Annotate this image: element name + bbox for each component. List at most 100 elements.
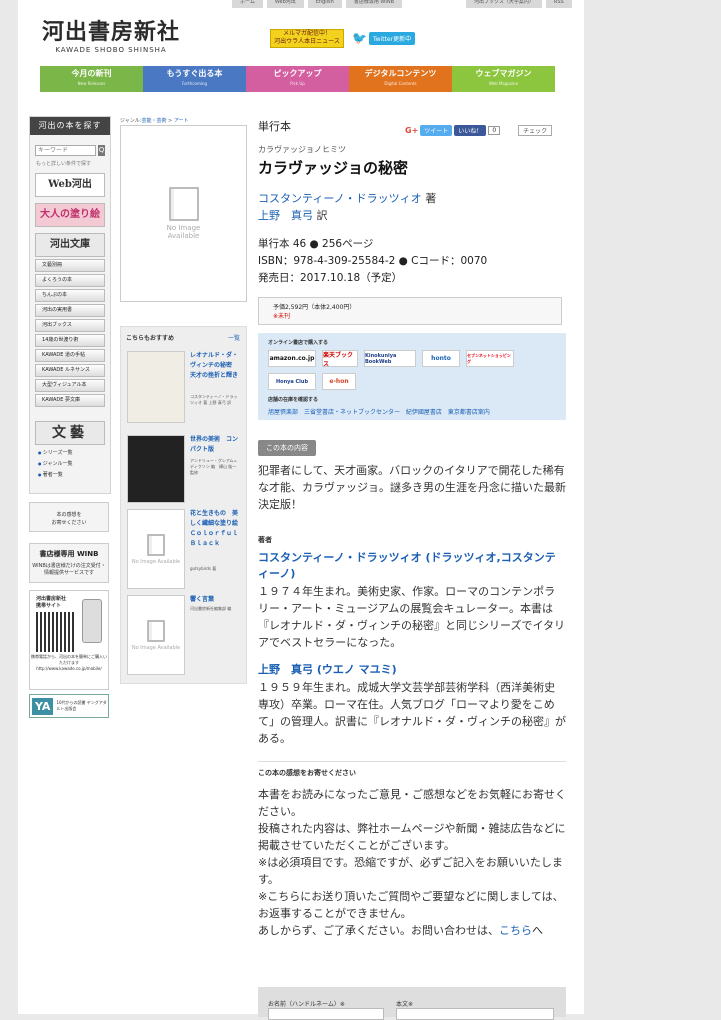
store-link[interactable]: 東京都書店案内 xyxy=(448,409,490,416)
winb-text: WINBは書店様だけの注文受付・情報提供サービスです xyxy=(32,563,106,576)
sidebar-sub-5[interactable]: 14歳の世渡り術 xyxy=(35,334,105,347)
mailmag-banner[interactable]: メルマガ配信中！ 河出ウラ人本日ニュース xyxy=(270,29,344,48)
shop-heading: オンライン書店で購入する xyxy=(268,340,329,346)
top-link-rss[interactable]: RSS xyxy=(545,0,572,8)
breadcrumb-genre[interactable]: 芸能・芸術 xyxy=(141,118,166,124)
translator-link[interactable]: 上野 真弓 xyxy=(258,209,313,222)
ya-banner[interactable]: YA 10代からの読書 ヤングアダルト出版会 xyxy=(29,694,109,718)
feedback-text: 本書をお読みになったご意見・ご感想などをお気軽にお寄せください。 投稿された内容… xyxy=(258,788,566,937)
mailmag-label: メルマガ配信中！ xyxy=(282,30,331,37)
site-logo[interactable]: 河出書房新社 KAWADE SHOBO SHINSHA xyxy=(42,14,180,54)
web-kawade-button[interactable]: Web河出 xyxy=(35,173,105,197)
no-image-placeholder: No Image Available xyxy=(128,510,184,588)
sidebar-sub-1[interactable]: よくろうの本 xyxy=(35,274,105,287)
store-link[interactable]: 旭屋倶楽部 xyxy=(268,409,298,416)
feedback-heading: この本の感想をお寄せください xyxy=(258,769,356,777)
shop-honto[interactable]: honto xyxy=(422,350,460,367)
sidebar-sub-3[interactable]: 河出の実用書 xyxy=(35,304,105,317)
top-link-books[interactable]: 河出ブックス（大学案内） xyxy=(466,0,542,8)
genre-list-link[interactable]: ジャンル一覧 xyxy=(38,460,102,467)
no-image-label: No Image Available xyxy=(166,224,201,240)
author1-name-link[interactable]: コスタンティーノ・ドラッツィオ (ドラッツィオ,コスタンティーノ) xyxy=(258,551,556,580)
author-list-link[interactable]: 著者一覧 xyxy=(38,471,102,478)
name-input[interactable] xyxy=(268,1008,384,1020)
sidebar-sub-6[interactable]: KAWADE 道の手帖 xyxy=(35,349,105,362)
mobile-phone-icon xyxy=(82,599,102,643)
content-tag: この本の内容 xyxy=(258,440,316,456)
like-button[interactable]: いいね！ xyxy=(454,125,487,136)
sidebar-sub-9[interactable]: KAWADE 夢文庫 xyxy=(35,394,105,407)
nurie-button[interactable]: 大人の塗り絵 xyxy=(35,203,105,227)
recommend-item-title[interactable]: 響く言葉 xyxy=(190,595,240,605)
gplus-button[interactable]: G+ xyxy=(405,126,418,135)
contact-link[interactable]: こちら xyxy=(499,924,532,937)
gnav-forthcoming[interactable]: もうすぐ出る本 Forthcoming xyxy=(143,66,246,92)
sidebar-sub-0[interactable]: 文藝別冊 xyxy=(35,259,105,272)
no-image-placeholder: No Image Available xyxy=(128,596,184,674)
recommend-thumb[interactable]: No Image Available xyxy=(127,509,185,589)
recommend-item-title[interactable]: レオナルド・ダ・ヴィンチの秘密 天才の挫折と輝き xyxy=(190,351,240,381)
gnav-pickup[interactable]: ピックアップ Pick Up xyxy=(246,66,349,92)
shop-amazon[interactable]: amazon.co.jp xyxy=(268,350,316,367)
recommend-item-title[interactable]: 花と生きもの 美しく繊細な塗り絵 Ｃｏｌｏｒｆｕｌ Ｂｌａｃｋ xyxy=(190,509,244,549)
tweet-button[interactable]: ツイート xyxy=(420,125,453,136)
book-kana: カラヴァッジョノヒミツ xyxy=(258,145,346,154)
top-link-winb[interactable]: 書店様専用 WINB xyxy=(345,0,403,8)
winb-banner[interactable]: 書店様専用 WINB WINBは書店様だけの注文受付・情報提供サービスです xyxy=(29,543,109,583)
feedback-banner-text: 本の感想を お寄せください xyxy=(51,512,87,526)
author2-name-link[interactable]: 上野 真弓 (ウエノ マユミ) xyxy=(258,663,397,676)
feedback-form: お名前（ハンドルネーム）※ 本文※ xyxy=(258,987,566,1020)
gnav-digital[interactable]: デジタルコンテンツ Digital Contents xyxy=(349,66,452,92)
recommend-item-title[interactable]: 世界の美術 コンパクト版 xyxy=(190,435,240,455)
mobile-text: 携帯電話から、河出の本を簡単にご購入いただけます http://www.kawa… xyxy=(31,654,107,671)
body-textarea[interactable] xyxy=(396,1008,554,1020)
shop-kinokuniya[interactable]: Kinokuniya BookWeb xyxy=(364,350,416,367)
sidebar-title: 河出の本を探す xyxy=(30,117,110,135)
store-link[interactable]: 三省堂書店・ネットブックセンター xyxy=(304,409,400,416)
twitter-label: Twitter更新中 xyxy=(368,31,416,45)
recommend-item-author: gutsybirds 著 xyxy=(190,566,217,571)
recommend-item-author: アンドリュー・グレアム=ディクソン 編 樺山 紘一 監修 xyxy=(190,458,237,475)
search-icon: Q xyxy=(98,146,105,154)
shop-ehon[interactable]: e-hon xyxy=(322,373,356,390)
mobile-site-banner[interactable]: 河出書房新社 携帯サイト 携帯電話から、河出の本を簡単にご購入いただけます ht… xyxy=(29,590,109,690)
ya-text: 10代からの読書 ヤングアダルト出版会 xyxy=(56,700,107,711)
series-list-link[interactable]: シリーズ一覧 xyxy=(38,449,102,456)
feedback-banner[interactable]: 本の感想を お寄せください xyxy=(29,502,109,532)
gnav-webmag[interactable]: ウェブマガジン Web Magazine xyxy=(452,66,555,92)
top-link-web[interactable]: Web河出 xyxy=(266,0,304,8)
check-button[interactable]: チェック xyxy=(518,125,553,136)
top-utility-nav: ホーム Web河出 English 書店様専用 WINB xyxy=(232,0,403,8)
search-input[interactable] xyxy=(35,145,96,156)
recommend-thumb[interactable] xyxy=(127,351,185,423)
recommend-all-link[interactable]: 一覧 xyxy=(228,333,246,342)
store-heading: 店舗の在庫を確認する xyxy=(268,397,319,403)
book-detail: 単行本 G+ ツイート いいね！ 0 チェック カラヴァッジョノヒミツ カラヴァ… xyxy=(258,118,566,939)
twitter-banner[interactable]: 🐦 Twitter更新中 xyxy=(352,31,416,45)
shop-7net[interactable]: セブンネットショッピング xyxy=(466,350,514,367)
store-link[interactable]: 紀伊國屋書店 xyxy=(406,409,442,416)
search-button[interactable]: Q xyxy=(98,145,105,156)
author-link[interactable]: コスタンティーノ・ドラッツィオ xyxy=(258,192,422,205)
breadcrumb-sub[interactable]: アート xyxy=(174,118,189,124)
shop-rakuten[interactable]: 楽天ブックス xyxy=(322,350,358,368)
winb-title: 書店様専用 WINB xyxy=(39,550,99,558)
sidebar-sub-8[interactable]: 大型ヴィジュアル本 xyxy=(35,379,105,392)
logo-jp: 河出書房新社 xyxy=(42,19,181,45)
sidebar-sub-2[interactable]: ちんぷの本 xyxy=(35,289,105,302)
bungei-button[interactable]: 文藝 xyxy=(35,421,105,445)
top-link-home[interactable]: ホーム xyxy=(232,0,263,8)
recommend-thumb[interactable]: No Image Available xyxy=(127,595,185,675)
top-link-english[interactable]: English xyxy=(307,0,342,8)
book-isbn: ISBN：978-4-309-25584-2 ● Cコード：0070 xyxy=(258,255,488,267)
sidebar-search: Q xyxy=(35,145,105,156)
sidebar-sub-4[interactable]: 河出ブックス xyxy=(35,319,105,332)
price-box: 予価2,592円（本体2,400円） ※未刊 xyxy=(258,297,562,325)
bunko-button[interactable]: 河出文庫 xyxy=(35,233,105,257)
recommend-thumb[interactable] xyxy=(127,435,185,503)
sidebar-sub-7[interactable]: KAWADE ルネサンス xyxy=(35,364,105,377)
gnav-new[interactable]: 今月の新刊 New Releases xyxy=(40,66,143,92)
shop-honyaclub[interactable]: Honya Club xyxy=(268,373,316,390)
book-icon xyxy=(147,619,165,642)
advanced-search-link[interactable]: もっと詳しい条件で探す xyxy=(36,160,104,167)
